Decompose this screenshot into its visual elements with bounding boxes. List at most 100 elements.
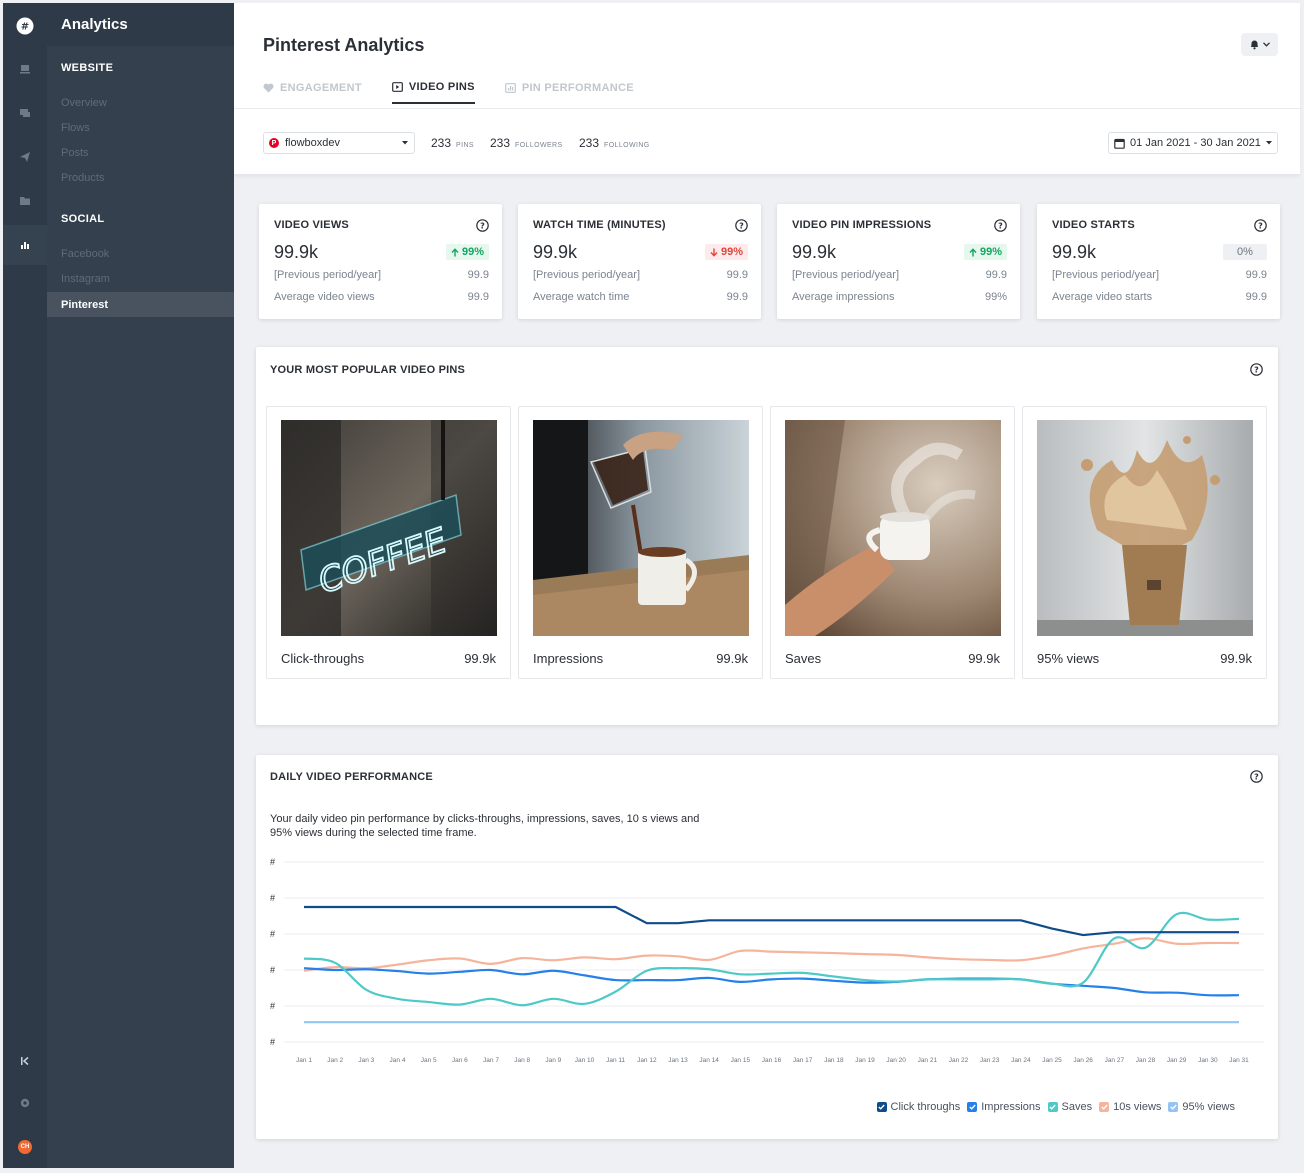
sidebar-item-posts[interactable]: Posts: [47, 140, 234, 165]
kpi-value: 99.9k: [792, 242, 837, 262]
sidebar-item-facebook[interactable]: Facebook: [47, 241, 234, 266]
y-tick-label: #: [270, 1001, 275, 1011]
x-tick-label: Jan 24: [1011, 1057, 1031, 1064]
checkbox-icon[interactable]: [1168, 1102, 1179, 1112]
pin-card-saves[interactable]: Saves 99.9k: [770, 406, 1015, 679]
rail-send-icon[interactable]: [3, 139, 47, 175]
svg-text:#: #: [21, 22, 29, 33]
monitor-icon: [20, 65, 30, 74]
x-tick-label: Jan 8: [514, 1057, 530, 1064]
checkbox-icon[interactable]: [876, 1102, 887, 1112]
row-value: 99.9: [985, 269, 1007, 281]
section-social: SOCIAL: [61, 213, 105, 225]
pin-value: 99.9k: [968, 651, 1000, 666]
row-label: Average impressions: [792, 291, 895, 303]
legend-label: Impressions: [981, 1101, 1041, 1113]
rail-comments-icon[interactable]: [3, 95, 47, 131]
row-label: Average watch time: [533, 291, 630, 303]
user-avatar[interactable]: CH: [3, 1129, 47, 1165]
change-badge: 99%: [963, 244, 1007, 260]
app-logo[interactable]: #: [3, 6, 47, 46]
help-icon[interactable]: ?: [1254, 219, 1267, 232]
svg-text:?: ?: [1258, 222, 1263, 231]
x-tick-label: Jan 4: [390, 1057, 406, 1064]
pin-card-impressions[interactable]: Impressions 99.9k: [518, 406, 763, 679]
legend-item-95-views[interactable]: 95% views: [1168, 1101, 1235, 1113]
sidebar-item-instagram[interactable]: Instagram: [47, 266, 234, 291]
legend-item-saves[interactable]: Saves: [1047, 1101, 1092, 1113]
row-label: Average video starts: [1052, 291, 1153, 303]
caret-down-icon: [1265, 141, 1272, 145]
chat-icon: [20, 109, 30, 117]
settings-button[interactable]: [3, 1085, 47, 1121]
x-tick-label: Jan 14: [699, 1057, 719, 1064]
x-tick-label: Jan 5: [421, 1057, 437, 1064]
kpi-title: VIDEO PIN IMPRESSIONS: [792, 219, 932, 231]
help-icon[interactable]: ?: [476, 219, 489, 232]
legend-item-impressions[interactable]: Impressions: [967, 1101, 1041, 1113]
row-label: [Previous period/year]: [274, 269, 381, 281]
icon-rail: # CH: [3, 3, 47, 1168]
checkbox-icon[interactable]: [967, 1102, 978, 1112]
change-value: 99%: [979, 246, 1002, 258]
bell-icon: [1251, 40, 1258, 50]
kpi-value: 99.9k: [274, 242, 319, 262]
sidebar-item-flows[interactable]: Flows: [47, 115, 234, 140]
avatar: CH: [18, 1140, 32, 1154]
kpi-title: WATCH TIME (MINUTES): [533, 219, 666, 231]
kpi-row-average: Average video starts 99.9: [1052, 291, 1267, 303]
y-tick-label: #: [270, 857, 275, 867]
chevron-down-icon: [1263, 42, 1270, 47]
x-tick-label: Jan 26: [1073, 1057, 1093, 1064]
rail-website-icon[interactable]: [3, 51, 47, 87]
pin-image[interactable]: [785, 420, 1001, 636]
rail-folder-icon[interactable]: [3, 183, 47, 219]
notifications-button[interactable]: [1241, 33, 1278, 56]
tab-engagement[interactable]: ENGAGEMENT: [263, 81, 362, 104]
checkbox-icon[interactable]: [1047, 1102, 1058, 1112]
pin-card-click-throughs[interactable]: COFFEE Click-throughs 99.9k: [266, 406, 511, 679]
folder-icon: [20, 197, 30, 205]
sidebar-item-products[interactable]: Products: [47, 165, 234, 190]
bar-chart-icon: [21, 242, 29, 249]
kpi-card-watch-time-minutes: WATCH TIME (MINUTES)? 99.9k 99% [Previous p…: [518, 204, 761, 319]
date-range-picker[interactable]: 01 Jan 2021 - 30 Jan 2021: [1108, 132, 1278, 154]
tab-pin-performance[interactable]: PIN PERFORMANCE: [504, 81, 634, 104]
change-badge: 99%: [445, 244, 489, 260]
sidebar-item-pinterest[interactable]: Pinterest: [47, 292, 234, 317]
svg-text:?: ?: [998, 222, 1003, 231]
pin-image[interactable]: COFFEE: [281, 420, 497, 636]
calendar-icon: [1114, 138, 1125, 149]
pin-image[interactable]: [1037, 420, 1253, 636]
account-select[interactable]: P flowboxdev: [263, 132, 415, 154]
panel-title: YOUR MOST POPULAR VIDEO PINS: [270, 364, 466, 376]
pin-card-95-views[interactable]: 95% views 99.9k: [1022, 406, 1267, 679]
sidebar-item-overview[interactable]: Overview: [47, 90, 234, 115]
page-title: Pinterest Analytics: [263, 35, 425, 55]
kpi-row-average: Average watch time 99.9: [533, 291, 748, 303]
tab-video-pins[interactable]: VIDEO PINS: [391, 81, 475, 104]
collapse-left-icon: [21, 1056, 29, 1066]
legend-item-click-throughs[interactable]: Click throughs: [876, 1101, 960, 1113]
pin-image[interactable]: [533, 420, 749, 636]
row-label: [Previous period/year]: [1052, 269, 1159, 281]
series-line-click-throughs: [304, 905, 1239, 937]
pin-value: 99.9k: [716, 651, 748, 666]
legend-item-10s-views[interactable]: 10s views: [1099, 1101, 1161, 1113]
collapse-sidebar-button[interactable]: [3, 1043, 47, 1079]
x-tick-label: Jan 20: [886, 1057, 906, 1064]
daily-performance-panel: DAILY VIDEO PERFORMANCE ? Your daily vid…: [256, 755, 1278, 1139]
stat-value: 233: [579, 136, 600, 150]
help-icon[interactable]: ?: [735, 219, 748, 232]
arrow-down-icon: [710, 248, 718, 257]
stat-pins: 233 PINS: [431, 136, 474, 150]
checkbox-icon[interactable]: [1099, 1102, 1110, 1112]
kpi-row-previous: [Previous period/year] 99.9: [792, 269, 1007, 281]
tab-label: ENGAGEMENT: [280, 82, 362, 94]
pin-label: 95% views: [1037, 651, 1100, 666]
help-icon[interactable]: ?: [1250, 363, 1263, 376]
x-tick-label: Jan 21: [918, 1057, 938, 1064]
help-icon[interactable]: ?: [994, 219, 1007, 232]
x-tick-label: Jan 1: [296, 1057, 312, 1064]
rail-analytics-icon[interactable]: [3, 225, 47, 265]
